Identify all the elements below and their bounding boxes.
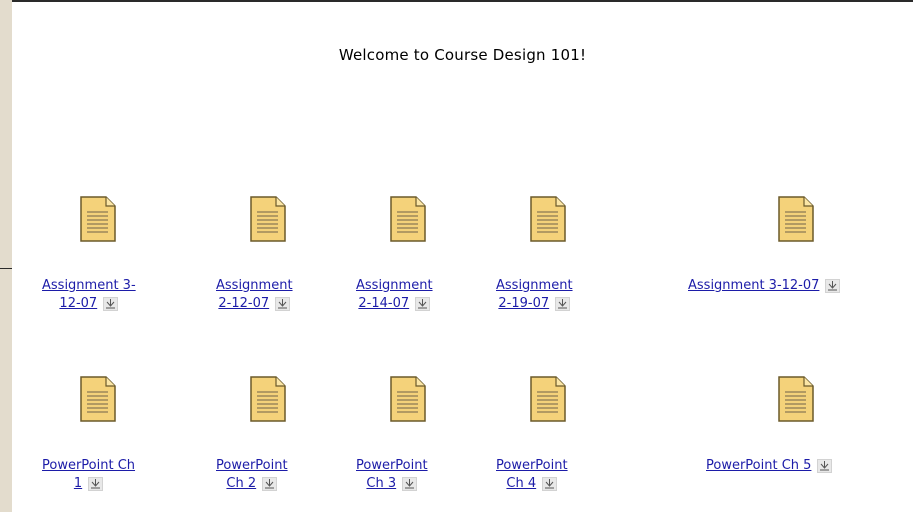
powerpoint-link[interactable]: Ch 4 bbox=[506, 476, 536, 491]
document-icon[interactable] bbox=[248, 194, 288, 248]
assignment-link[interactable]: Assignment 3-12-07 bbox=[688, 278, 819, 293]
document-icon[interactable] bbox=[388, 194, 428, 248]
download-icon[interactable] bbox=[825, 278, 841, 293]
assignment-link[interactable]: 2-14-07 bbox=[358, 296, 409, 311]
document-icon[interactable] bbox=[78, 194, 118, 248]
document-icon[interactable] bbox=[528, 374, 568, 428]
powerpoint-link[interactable]: PowerPoint bbox=[496, 458, 568, 473]
download-icon[interactable] bbox=[555, 296, 571, 311]
assignment-link[interactable]: Assignment bbox=[496, 278, 573, 293]
document-icon[interactable] bbox=[78, 374, 118, 428]
download-icon[interactable] bbox=[415, 296, 431, 311]
assignment-link[interactable]: 2-12-07 bbox=[218, 296, 269, 311]
assignment-link[interactable]: Assignment 3- bbox=[42, 278, 136, 293]
document-icon[interactable] bbox=[248, 374, 288, 428]
download-icon[interactable] bbox=[542, 476, 558, 491]
powerpoint-link[interactable]: Ch 3 bbox=[366, 476, 396, 491]
powerpoint-link[interactable]: PowerPoint Ch 5 bbox=[706, 458, 811, 473]
document-icon[interactable] bbox=[776, 374, 816, 428]
assignment-link[interactable]: 12-07 bbox=[59, 296, 97, 311]
document-icon[interactable] bbox=[776, 194, 816, 248]
document-icon[interactable] bbox=[528, 194, 568, 248]
download-icon[interactable] bbox=[262, 476, 278, 491]
download-icon[interactable] bbox=[817, 458, 833, 473]
content-panel: Welcome to Course Design 101! Assignment… bbox=[12, 0, 913, 512]
download-icon[interactable] bbox=[275, 296, 291, 311]
page-title: Welcome to Course Design 101! bbox=[338, 46, 587, 64]
assignment-link[interactable]: Assignment bbox=[356, 278, 433, 293]
download-icon[interactable] bbox=[103, 296, 119, 311]
download-icon[interactable] bbox=[402, 476, 418, 491]
assignment-link[interactable]: 2-19-07 bbox=[498, 296, 549, 311]
powerpoint-link[interactable]: PowerPoint bbox=[216, 458, 288, 473]
download-icon[interactable] bbox=[88, 476, 104, 491]
assignment-link[interactable]: Assignment bbox=[216, 278, 293, 293]
powerpoint-link[interactable]: Ch 2 bbox=[226, 476, 256, 491]
powerpoint-link[interactable]: PowerPoint Ch bbox=[42, 458, 135, 473]
powerpoint-link[interactable]: PowerPoint bbox=[356, 458, 428, 473]
powerpoint-link[interactable]: 1 bbox=[74, 476, 82, 491]
document-icon[interactable] bbox=[388, 374, 428, 428]
